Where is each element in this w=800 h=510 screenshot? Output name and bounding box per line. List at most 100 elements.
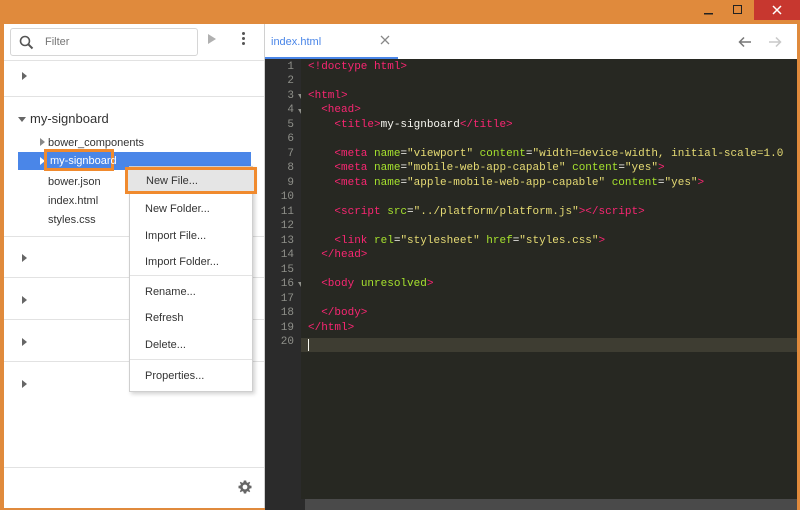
expand-chevron-icon[interactable] bbox=[22, 72, 27, 80]
code-token: "../platform/platform.js" bbox=[413, 206, 579, 218]
expand-chevron-icon[interactable] bbox=[22, 296, 27, 304]
current-line-highlight bbox=[301, 338, 797, 352]
line-number: 17 bbox=[280, 293, 294, 305]
menu-item-delete[interactable]: Delete... bbox=[145, 339, 186, 351]
tree-item-my-signboard[interactable]: my-signboard bbox=[50, 155, 117, 167]
code-token: content bbox=[572, 162, 619, 174]
code-line: </body> bbox=[308, 307, 367, 319]
search-input[interactable] bbox=[45, 34, 185, 50]
code-token: > bbox=[598, 235, 606, 247]
code-token: "apple-mobile-web-app-capable" bbox=[407, 177, 606, 189]
code-token: "viewport" bbox=[407, 148, 474, 160]
close-button[interactable] bbox=[754, 0, 800, 20]
search-icon bbox=[19, 35, 34, 50]
code-token: unresolved bbox=[360, 278, 427, 290]
tree-item-bower-json[interactable]: bower.json bbox=[48, 176, 101, 188]
menu-item-new-file[interactable]: New File... bbox=[146, 175, 198, 187]
code-token: </title> bbox=[459, 119, 513, 131]
more-options-icon[interactable] bbox=[242, 32, 245, 47]
line-number: 15 bbox=[280, 264, 294, 276]
expand-chevron-icon[interactable] bbox=[22, 338, 27, 346]
back-arrow-icon[interactable] bbox=[738, 36, 752, 48]
maximize-button[interactable] bbox=[724, 0, 752, 20]
tab-index-html[interactable]: index.html bbox=[265, 24, 398, 59]
code-token: <html> bbox=[308, 90, 348, 102]
menu-separator bbox=[130, 359, 252, 360]
menu-item-refresh[interactable]: Refresh bbox=[145, 312, 184, 324]
code-line: </head> bbox=[308, 249, 367, 261]
code-token: <title> bbox=[334, 119, 381, 131]
divider bbox=[4, 60, 264, 61]
line-number: 1 bbox=[287, 61, 294, 73]
code-token: "yes" bbox=[664, 177, 698, 189]
line-number: 13 bbox=[280, 235, 294, 247]
line-number: 10 bbox=[280, 191, 294, 203]
line-number: 16 bbox=[280, 278, 294, 290]
code-token: </html> bbox=[308, 322, 355, 334]
close-tab-icon[interactable] bbox=[380, 35, 390, 45]
settings-gear-icon[interactable] bbox=[237, 479, 253, 495]
code-token: name bbox=[374, 148, 401, 160]
scrollbar-thumb[interactable] bbox=[305, 499, 797, 510]
code-token: src bbox=[387, 206, 408, 218]
code-token: <body bbox=[321, 278, 355, 290]
code-line: <script src="../platform/platform.js"></… bbox=[334, 206, 645, 218]
forward-arrow-icon[interactable] bbox=[768, 36, 782, 48]
collapse-chevron-icon[interactable] bbox=[18, 117, 26, 122]
title-bar bbox=[0, 0, 800, 24]
line-number: 18 bbox=[280, 307, 294, 319]
line-number: 3 bbox=[287, 90, 294, 102]
code-token: <link bbox=[334, 235, 368, 247]
menu-item-rename[interactable]: Rename... bbox=[145, 286, 196, 298]
code-token: </body> bbox=[321, 307, 368, 319]
code-line: <body unresolved> bbox=[308, 278, 433, 290]
code-token: "stylesheet" bbox=[400, 235, 480, 247]
code-token: > bbox=[697, 177, 705, 189]
code-line: <!doctype html> bbox=[308, 61, 407, 73]
tree-item-styles-css[interactable]: styles.css bbox=[48, 214, 96, 226]
app-window: my-signboard bower_components my-signboa… bbox=[0, 0, 800, 510]
code-line: <meta name="mobile-web-app-capable" cont… bbox=[334, 162, 665, 174]
tree-item-index-html[interactable]: index.html bbox=[48, 195, 98, 207]
editor-tabbar: index.html bbox=[265, 24, 797, 60]
menu-separator bbox=[130, 275, 252, 276]
horizontal-scrollbar[interactable] bbox=[265, 499, 797, 510]
text-caret bbox=[308, 339, 309, 351]
context-menu: New Folder... Import File... Import Fold… bbox=[129, 166, 253, 392]
code-line: <meta name="apple-mobile-web-app-capable… bbox=[334, 177, 705, 189]
menu-item-properties[interactable]: Properties... bbox=[145, 370, 204, 382]
code-token: <meta bbox=[334, 148, 368, 160]
code-token: </head> bbox=[321, 249, 368, 261]
code-token: rel bbox=[374, 235, 394, 247]
line-number: 7 bbox=[287, 148, 294, 160]
expand-chevron-icon[interactable] bbox=[22, 254, 27, 262]
tree-item-bower-components[interactable]: bower_components bbox=[48, 137, 144, 149]
menu-item-import-file[interactable]: Import File... bbox=[145, 230, 206, 242]
line-number: 5 bbox=[287, 119, 294, 131]
line-number: 2 bbox=[287, 75, 294, 87]
line-number: 9 bbox=[287, 177, 294, 189]
code-line: <head> bbox=[308, 104, 361, 116]
code-token: > bbox=[426, 278, 434, 290]
expand-chevron-icon[interactable] bbox=[22, 380, 27, 388]
run-icon[interactable] bbox=[208, 34, 216, 44]
divider bbox=[4, 467, 264, 468]
minimize-button[interactable] bbox=[695, 0, 723, 20]
search-box[interactable] bbox=[10, 28, 198, 56]
menu-item-import-folder[interactable]: Import Folder... bbox=[145, 256, 219, 268]
close-icon bbox=[772, 5, 782, 15]
expand-chevron-icon[interactable] bbox=[40, 138, 45, 146]
tab-label: index.html bbox=[271, 36, 322, 48]
code-token: content bbox=[479, 148, 526, 160]
project-name[interactable]: my-signboard bbox=[30, 111, 109, 126]
minimize-icon bbox=[704, 13, 713, 15]
code-editor[interactable]: <!doctype html> <html> <head> <title>my-… bbox=[301, 59, 797, 499]
code-token: <script bbox=[334, 206, 381, 218]
divider bbox=[4, 96, 264, 97]
code-token: name bbox=[374, 177, 401, 189]
menu-item-new-folder[interactable]: New Folder... bbox=[145, 203, 210, 215]
code-token: "mobile-web-app-capable" bbox=[407, 162, 566, 174]
line-number: 6 bbox=[287, 133, 294, 145]
code-token: <!doctype html> bbox=[308, 61, 408, 73]
code-token: ></script> bbox=[578, 206, 645, 218]
